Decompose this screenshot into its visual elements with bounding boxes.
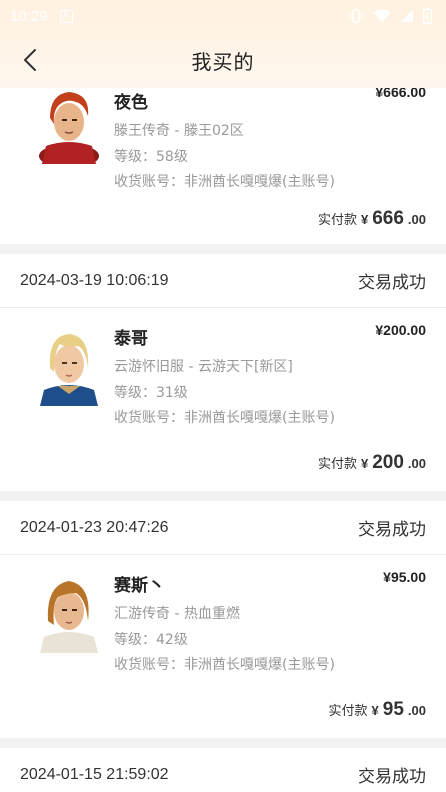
- role-account: 收货账号：非洲酋长嘎嘎爆(主账号): [114, 410, 335, 426]
- chevron-left-icon: [24, 49, 36, 71]
- separator: [0, 491, 446, 501]
- order-card-body[interactable]: 夜色 滕王传奇 - 滕王02区 等级：58级 收货账号：非洲酋长嘎嘎爆(主账号)…: [0, 72, 446, 244]
- character-avatar: [40, 581, 98, 653]
- paid-dec: .00: [407, 212, 426, 227]
- battery-icon: [423, 8, 432, 24]
- status-time: 10:29: [10, 7, 48, 25]
- role-level: 等级：58级: [114, 149, 188, 165]
- role-name: 泰哥: [114, 329, 148, 349]
- character-avatar: [39, 92, 99, 164]
- role-server: 汇游传奇 - 热血重燃: [114, 606, 240, 622]
- app-notification-icon: A: [59, 9, 73, 23]
- paid-label: 实付款: [328, 704, 368, 719]
- role-account: 收货账号：非洲酋长嘎嘎爆(主账号): [114, 174, 335, 190]
- separator: [0, 738, 446, 748]
- back-button[interactable]: [14, 44, 46, 76]
- order-status: 交易成功: [358, 273, 426, 293]
- paid-dec: .00: [407, 456, 426, 471]
- order-time: 2024-01-15 21:59:02: [20, 765, 169, 783]
- role-server: 云游怀旧服 - 云游天下[新区]: [114, 359, 293, 375]
- order-time: 2024-01-23 20:47:26: [20, 518, 169, 536]
- character-avatar: [40, 334, 98, 406]
- order-card-header: 2024-01-23 20:47:26 交易成功: [0, 501, 446, 555]
- role-level: 等级：42级: [114, 632, 188, 648]
- order-card-header: 2024-01-15 21:59:02 交易成功: [0, 748, 446, 792]
- paid-amount: 实付款 ¥666.00: [318, 208, 426, 230]
- role-account: 收货账号：非洲酋长嘎嘎爆(主账号): [114, 657, 335, 673]
- order-time: 2024-03-19 10:06:19: [20, 271, 169, 289]
- order-status: 交易成功: [358, 767, 426, 787]
- paid-amount: 实付款 ¥95.00: [329, 699, 426, 721]
- order-card-header: 2024-03-19 10:06:19 交易成功: [0, 254, 446, 308]
- paid-currency: ¥: [360, 212, 369, 227]
- order-card-body[interactable]: 泰哥 云游怀旧服 - 云游天下[新区] 等级：31级 收货账号：非洲酋长嘎嘎爆(…: [0, 308, 446, 491]
- status-bar: 10:29 A: [0, 0, 446, 32]
- order-list: 夜色 滕王传奇 - 滕王02区 等级：58级 收货账号：非洲酋长嘎嘎爆(主账号)…: [0, 72, 446, 792]
- paid-dec: .00: [407, 703, 426, 718]
- item-price: ¥95.00: [383, 569, 426, 585]
- role-level: 等级：31级: [114, 385, 188, 401]
- paid-label: 实付款: [317, 457, 357, 472]
- paid-int: 666: [372, 208, 404, 229]
- role-name: 赛斯丶: [114, 576, 165, 596]
- order-card-body[interactable]: 赛斯丶 汇游传奇 - 热血重燃 等级：42级 收货账号：非洲酋长嘎嘎爆(主账号)…: [0, 555, 446, 738]
- role-server: 滕王传奇 - 滕王02区: [114, 123, 244, 139]
- separator: [0, 244, 446, 254]
- order-status: 交易成功: [358, 520, 426, 540]
- paid-int: 95: [382, 699, 404, 720]
- paid-currency: ¥: [371, 703, 379, 718]
- paid-amount: 实付款 ¥200.00: [318, 452, 426, 474]
- wifi-icon: [373, 9, 391, 22]
- page-title: 我买的: [191, 49, 255, 74]
- signal-icon: [401, 10, 413, 22]
- top-bar: 10:29 A 我买的: [0, 0, 446, 88]
- paid-label: 实付款: [317, 213, 357, 228]
- nav-bar: 我买的: [0, 32, 446, 88]
- status-icons: [348, 8, 432, 24]
- paid-int: 200: [372, 452, 404, 473]
- paid-currency: ¥: [360, 456, 369, 471]
- item-price: ¥200.00: [375, 322, 426, 338]
- role-name: 夜色: [114, 93, 148, 113]
- vibrate-icon: [349, 9, 363, 23]
